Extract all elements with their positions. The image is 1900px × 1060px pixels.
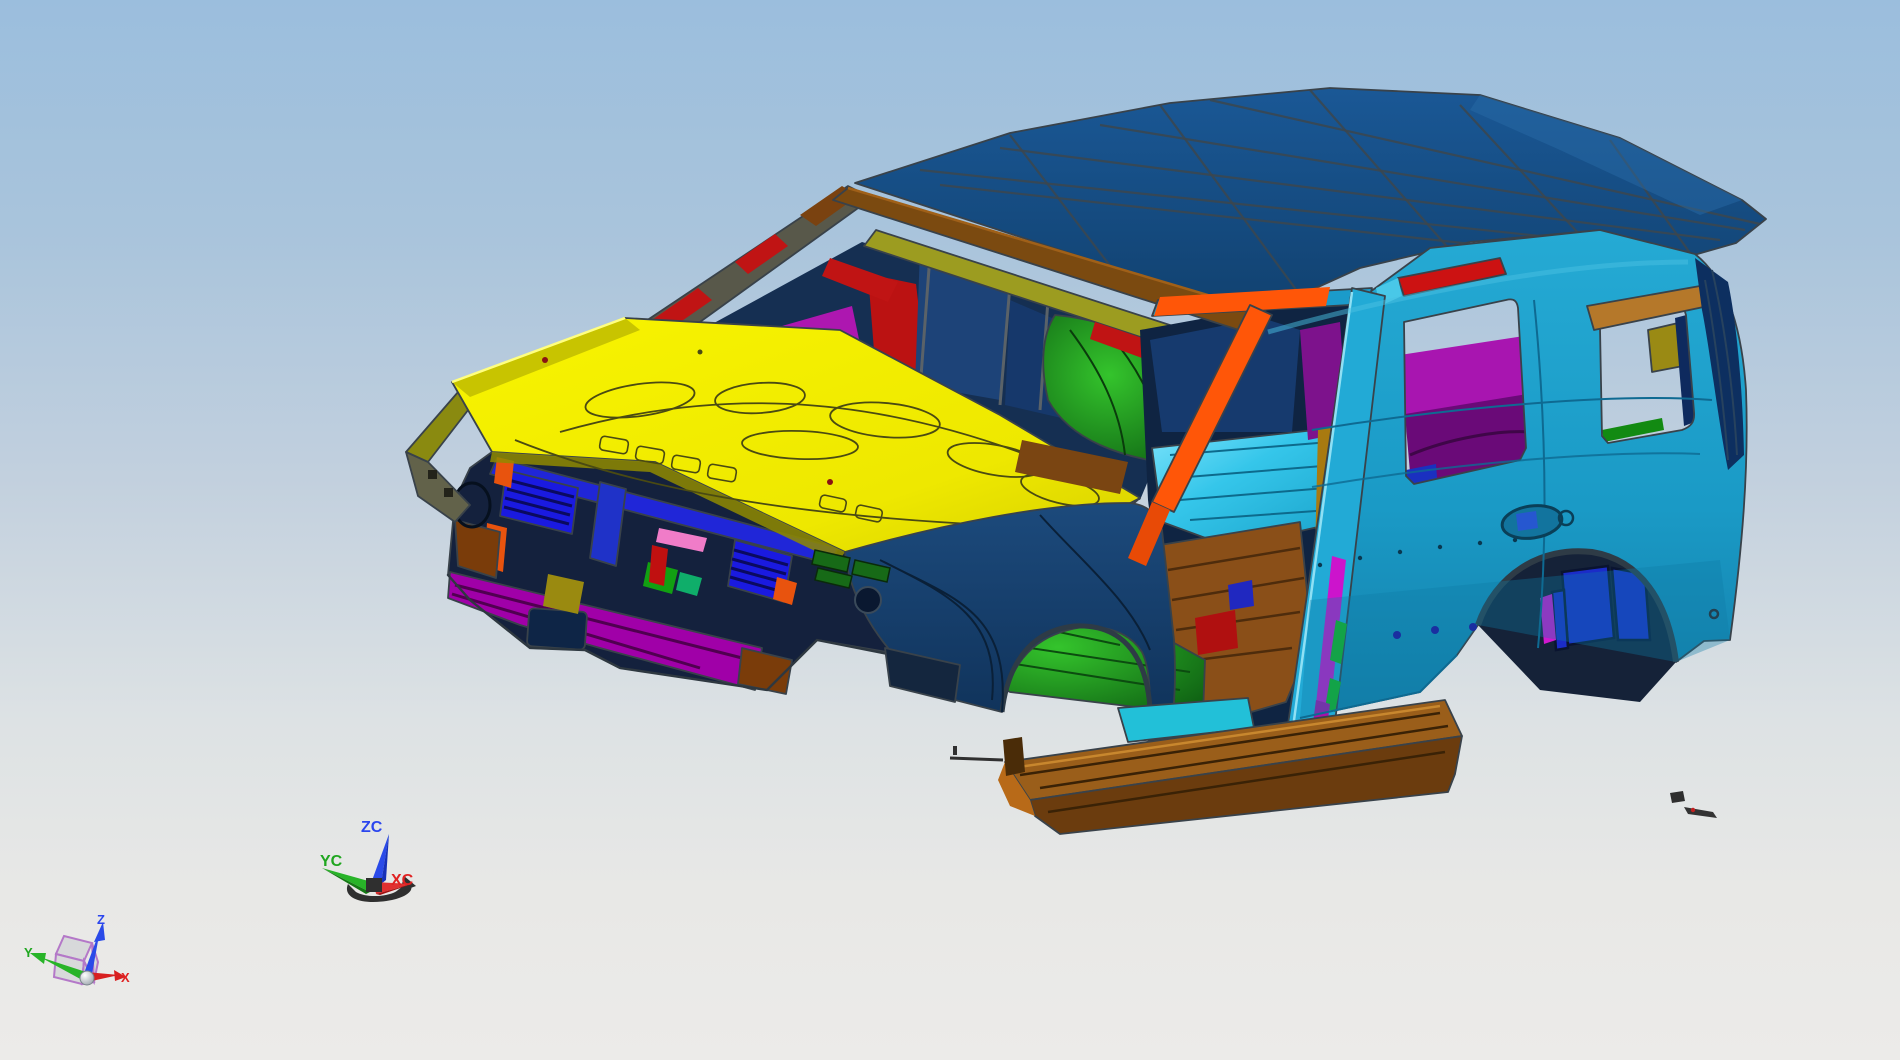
apron-hole-2 bbox=[444, 488, 453, 497]
datum-csys[interactable]: Z Y X bbox=[24, 912, 130, 986]
model-canvas[interactable]: ZC YC XC Z Y X bbox=[0, 0, 1900, 1060]
loose-part-2[interactable] bbox=[1684, 807, 1717, 818]
wcs-origin[interactable] bbox=[366, 878, 382, 892]
handle-pocket-glint bbox=[1516, 511, 1538, 531]
loose-small-parts[interactable] bbox=[1670, 791, 1717, 818]
wcs-triad[interactable]: ZC YC XC bbox=[320, 819, 416, 903]
rocker-pin bbox=[953, 746, 957, 755]
datum-x-label: X bbox=[121, 970, 130, 985]
hood-dot-3 bbox=[827, 479, 833, 485]
datum-origin-ball[interactable] bbox=[79, 970, 95, 986]
cad-viewport: ZC YC XC Z Y X bbox=[0, 0, 1900, 1060]
loose-part-1[interactable] bbox=[1670, 791, 1685, 803]
rocker-rod bbox=[949, 756, 1004, 762]
datum-y-label: Y bbox=[24, 945, 33, 960]
floor-blue-sliver[interactable] bbox=[1228, 580, 1254, 610]
bumper-tab[interactable] bbox=[526, 607, 588, 651]
wcs-y-label: YC bbox=[320, 853, 343, 870]
hood-dot-2 bbox=[697, 349, 703, 355]
fender-hole bbox=[854, 586, 882, 614]
loose-part-red-dot bbox=[1690, 807, 1696, 813]
hood-dot-1 bbox=[542, 357, 548, 363]
rocker-stand[interactable] bbox=[1003, 737, 1025, 776]
wcs-z-label: ZC bbox=[361, 819, 383, 836]
floor-red-bracket[interactable] bbox=[1195, 610, 1238, 655]
apron-hole-1 bbox=[428, 470, 437, 479]
datum-z-label: Z bbox=[97, 912, 105, 927]
wcs-x-label: XC bbox=[391, 872, 414, 889]
